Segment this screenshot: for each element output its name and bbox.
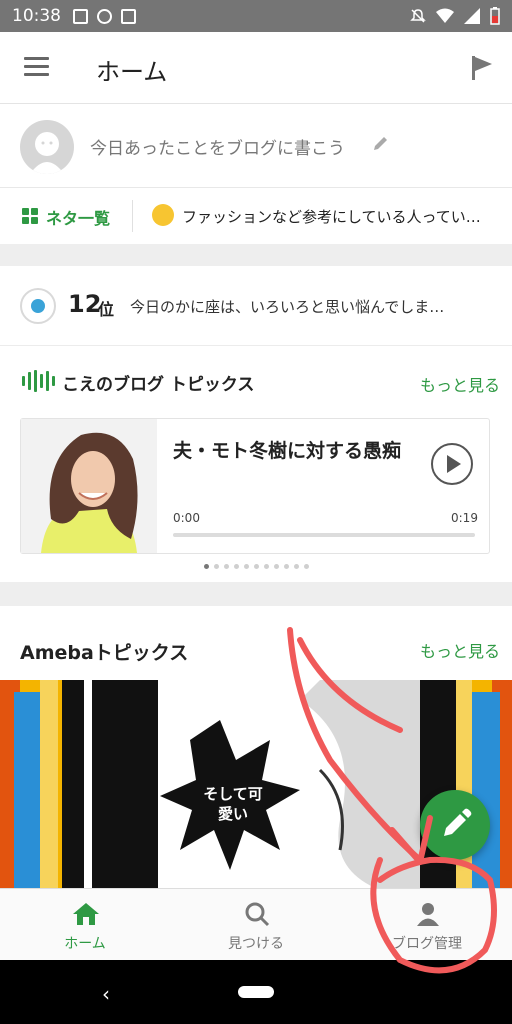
page-title: ホーム <box>96 58 168 86</box>
news-icon <box>121 8 136 24</box>
section-gap <box>0 244 512 266</box>
signal-icon <box>464 8 480 24</box>
status-time: 10:38 <box>12 6 61 26</box>
status-bar: 10:38 <box>0 0 512 32</box>
person-icon <box>417 903 439 926</box>
time-start: 0:00 <box>173 511 200 525</box>
voice-card[interactable]: 夫・モト冬樹に対する愚痴 0:00 0:19 <box>20 418 490 554</box>
nav-home-label: ホーム <box>64 936 106 952</box>
divider <box>132 200 133 232</box>
voice-blog-title: こえのブログ トピックス <box>62 375 255 395</box>
battery-icon <box>490 7 500 25</box>
write-post-button[interactable] <box>420 790 490 860</box>
neta-row: ネタ一覧 ファッションなど参考にしている人ってい… <box>0 188 512 244</box>
home-pill[interactable] <box>238 986 274 998</box>
time-end: 0:19 <box>451 511 478 525</box>
play-button[interactable] <box>431 443 473 485</box>
default-avatar-icon <box>30 132 64 174</box>
nav-discover-label: 見つける <box>228 936 284 952</box>
back-icon[interactable]: ‹ <box>102 982 110 1006</box>
notification-icon <box>97 8 112 24</box>
search-icon <box>245 902 270 927</box>
pencil-icon <box>374 137 387 150</box>
rank-unit: 位 <box>98 300 115 319</box>
flag-icon[interactable] <box>470 54 494 82</box>
voice-wave-icon <box>22 370 55 392</box>
nav-discover[interactable]: 見つける <box>171 889 341 961</box>
nav-home[interactable]: ホーム <box>0 889 170 961</box>
ranking-row[interactable]: 12 位 今日のかに座は、いろいろと思い悩んでしま… <box>0 266 512 346</box>
voice-more-link[interactable]: もっと見る <box>420 372 500 396</box>
ameba-topics-title: Amebaトピックス <box>20 642 189 664</box>
nav-blog-manage[interactable]: ブログ管理 <box>342 889 512 961</box>
bottom-navigation: ホーム 見つける ブログ管理 <box>0 888 512 960</box>
ranking-text: 今日のかに座は、いろいろと思い悩んでしま… <box>130 298 445 316</box>
wifi-icon <box>436 8 454 23</box>
thinking-face-icon <box>152 204 174 226</box>
section-gap <box>0 582 512 606</box>
system-navigation: ‹ <box>0 960 512 1024</box>
ameba-topics-header: Amebaトピックス もっと見る <box>0 606 512 680</box>
grid-icon <box>22 208 38 224</box>
ameba-more-link[interactable]: もっと見る <box>420 638 500 662</box>
pencil-icon <box>444 808 472 836</box>
rank-number: 12 <box>68 290 102 318</box>
carousel-dots <box>204 564 309 569</box>
compose-prompt[interactable]: 今日あったことをブログに書こう <box>90 134 345 159</box>
neta-list-link[interactable]: ネタ一覧 <box>46 205 110 229</box>
menu-icon[interactable] <box>24 57 49 77</box>
mute-icon <box>410 9 426 23</box>
neta-topic-link[interactable]: ファッションなど参考にしている人ってい… <box>182 206 494 227</box>
status-right-icons <box>410 7 500 25</box>
facebook-icon <box>73 8 88 24</box>
nav-blog-manage-label: ブログ管理 <box>392 936 462 952</box>
avatar[interactable] <box>20 120 74 174</box>
audio-progress-bar[interactable] <box>173 533 475 537</box>
banner-caption: そして可愛い <box>203 785 263 823</box>
compose-row[interactable]: 今日あったことをブログに書こう <box>0 104 512 188</box>
voice-card-title[interactable]: 夫・モト冬樹に対する愚痴 <box>173 435 413 467</box>
horoscope-icon <box>20 288 56 324</box>
home-icon <box>73 903 99 925</box>
voice-thumbnail <box>21 419 157 553</box>
voice-blog-header: こえのブログ トピックス もっと見る <box>0 346 512 414</box>
app-bar: ホーム <box>0 32 512 104</box>
